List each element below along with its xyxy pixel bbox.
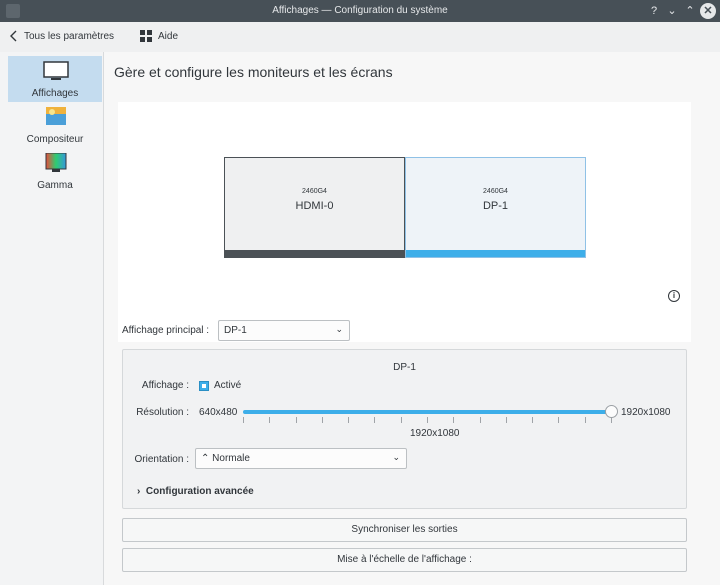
slider-tick — [243, 417, 244, 423]
slider-tick — [505, 417, 507, 423]
orientation-value: ⌃ Normale — [201, 453, 250, 464]
slider-tick — [532, 417, 534, 423]
monitor-bar — [406, 250, 585, 257]
sync-outputs-button[interactable]: Synchroniser les sorties — [122, 518, 687, 542]
monitor-model: 2460G4 — [302, 188, 327, 195]
slider-tick — [558, 417, 560, 423]
slider-tick — [453, 417, 455, 423]
slider-tick — [427, 417, 428, 423]
window-title: Affichages — Configuration du système — [272, 5, 448, 16]
slider-ticks — [243, 417, 612, 425]
enabled-checkbox[interactable] — [199, 381, 209, 391]
slider-tick — [321, 417, 323, 423]
chevron-down-icon: ⌄ — [335, 324, 343, 334]
monitor-bar — [225, 250, 404, 257]
maximize-button[interactable]: ⌃ — [682, 3, 698, 19]
minimize-button[interactable]: ⌄ — [664, 3, 680, 19]
monitor-layout-preview: 2460G4 HDMI-0 2460G4 DP-1 i — [118, 102, 691, 342]
resolution-slider[interactable] — [243, 405, 618, 427]
help-button[interactable]: Aide — [140, 28, 178, 44]
orientation-select[interactable]: ⌃ Normale ⌄ — [195, 448, 407, 469]
advanced-config-toggle[interactable]: › Configuration avancée — [137, 486, 254, 497]
slider-tick — [479, 417, 481, 423]
back-label: Tous les paramètres — [24, 30, 115, 42]
resolution-max: 1920x1080 — [621, 407, 671, 418]
chevron-right-icon: › — [137, 486, 146, 497]
slider-tick — [400, 417, 402, 423]
help-label: Aide — [158, 30, 179, 42]
page-title: Gère et configure les moniteurs et les é… — [114, 64, 393, 80]
resolution-current: 1920x1080 — [410, 428, 460, 439]
sidebar: Affichages Compositeur Gamma — [0, 52, 104, 585]
gamma-icon — [45, 153, 67, 172]
slider-tick — [348, 417, 350, 423]
resolution-min: 640x480 — [199, 407, 238, 418]
primary-display-value: DP-1 — [224, 325, 247, 336]
close-button[interactable]: ✕ — [700, 3, 716, 19]
sidebar-item-affichages[interactable]: Affichages — [8, 56, 102, 102]
output-settings-panel: DP-1 Affichage : Activé Résolution : 640… — [122, 349, 687, 509]
main-content: Gère et configure les moniteurs et les é… — [104, 52, 720, 585]
sidebar-item-label: Gamma — [37, 180, 73, 191]
compositor-icon — [46, 107, 66, 125]
help-window-button[interactable]: ? — [646, 3, 662, 19]
sidebar-item-label: Affichages — [31, 88, 79, 99]
display-scale-button[interactable]: Mise à l'échelle de l'affichage : — [122, 548, 687, 572]
resolution-label: Résolution : — [136, 407, 189, 418]
sidebar-item-label: Compositeur — [26, 134, 84, 145]
primary-display-select[interactable]: DP-1 ⌄ — [218, 320, 350, 341]
orientation-label: Orientation : — [134, 454, 189, 465]
slider-tick — [584, 417, 586, 423]
primary-display-label: Affichage principal : — [122, 325, 210, 336]
slider-tick — [269, 417, 271, 423]
monitor-name: DP-1 — [482, 200, 509, 212]
monitor-model: 2460G4 — [483, 188, 508, 195]
slider-tick — [295, 417, 297, 423]
chevron-down-icon: ⌄ — [392, 452, 400, 462]
enabled-label: Activé — [214, 380, 242, 391]
sidebar-item-gamma[interactable]: Gamma — [8, 148, 102, 194]
display-enable-label: Affichage : — [141, 380, 189, 391]
back-button[interactable]: Tous les paramètres — [10, 28, 114, 44]
monitor-hdmi-0[interactable]: 2460G4 HDMI-0 — [224, 157, 405, 258]
sidebar-item-compositeur[interactable]: Compositeur — [8, 102, 102, 148]
title-bar: Affichages — Configuration du système ? … — [0, 0, 720, 22]
monitor-dp-1[interactable]: 2460G4 DP-1 — [405, 157, 586, 258]
chevron-left-icon — [10, 30, 17, 42]
toolbar: Tous les paramètres Aide — [0, 22, 720, 50]
display-icon — [43, 61, 69, 80]
slider-tick — [374, 417, 376, 423]
slider-handle[interactable] — [605, 405, 618, 418]
help-icon — [140, 30, 152, 42]
info-icon[interactable]: i — [668, 290, 680, 302]
monitor-name: HDMI-0 — [295, 200, 334, 212]
slider-track — [243, 410, 611, 414]
output-name: DP-1 — [393, 362, 416, 373]
